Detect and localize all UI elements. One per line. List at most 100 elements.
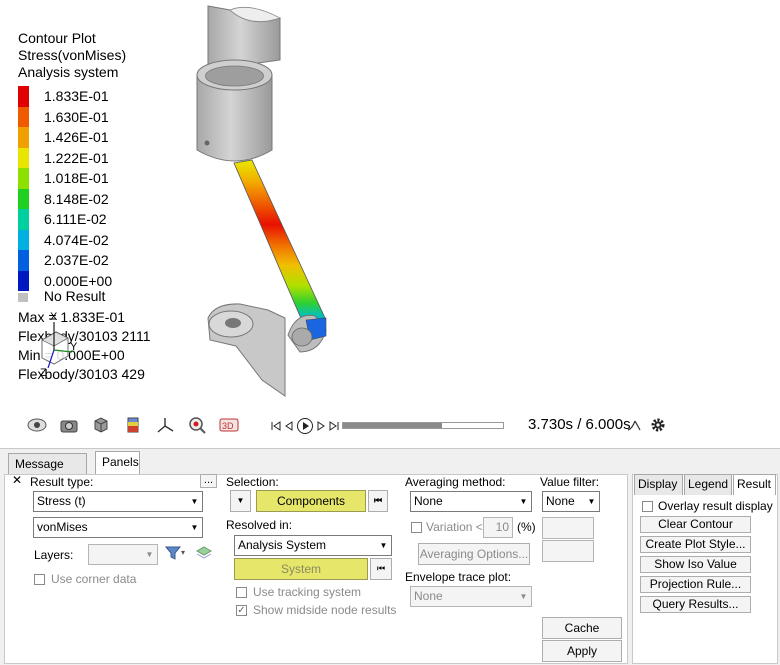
settings-gear-icon[interactable]	[650, 417, 666, 433]
filter-icon[interactable]: ▾	[165, 545, 187, 561]
legend-entry: 1.018E-01	[18, 168, 112, 189]
legend-color-swatch	[18, 106, 29, 127]
result-type-label: Result type:	[30, 475, 94, 489]
use-tracking-checkbox[interactable]: Use tracking system	[236, 585, 361, 599]
clear-contour-button[interactable]: Clear Contour	[640, 516, 751, 533]
legend-color-swatch	[18, 127, 29, 148]
show-iso-value-button[interactable]: Show Iso Value	[640, 556, 751, 573]
overlay-result-label: Overlay result display	[658, 499, 773, 513]
legend-entry: 4.074E-02	[18, 229, 112, 250]
averaging-value: None	[414, 494, 443, 508]
checkbox[interactable]	[411, 521, 422, 533]
reset-selection-icon[interactable]: ⏮	[368, 490, 388, 512]
envelope-value: None	[414, 589, 443, 603]
legend-value-label: 1.630E-01	[44, 108, 109, 125]
variation-label: Variation <	[426, 520, 483, 534]
value-filter-select[interactable]: None ▼	[542, 491, 600, 512]
variation-checkbox[interactable]: Variation <	[411, 520, 483, 534]
system-button[interactable]: System	[234, 558, 368, 580]
create-plot-style-button[interactable]: Create Plot Style...	[640, 536, 751, 553]
value-filter-min-input[interactable]	[542, 517, 594, 539]
legend-color-swatch	[18, 250, 29, 271]
result-type-browse-button[interactable]: ...	[200, 474, 217, 488]
envelope-label: Envelope trace plot:	[405, 570, 512, 584]
averaging-select[interactable]: None ▼	[410, 491, 532, 512]
step-forward-icon[interactable]	[316, 419, 326, 433]
speed-icon[interactable]	[626, 417, 642, 433]
show-midside-checkbox[interactable]: ✓ Show midside node results	[236, 603, 396, 617]
chevron-down-icon: ▼	[519, 592, 528, 601]
contour-legend[interactable]: 1.833E-01 1.630E-01 1.426E-01 1.222E-01 1.01…	[18, 86, 112, 291]
apply-button[interactable]: Apply	[542, 640, 622, 662]
show-midside-label: Show midside node results	[253, 603, 397, 617]
chevron-down-icon: ▼	[519, 497, 528, 506]
animation-progress[interactable]	[342, 422, 504, 429]
averaging-options-button[interactable]: Averaging Options...	[418, 543, 530, 565]
tab-display[interactable]: Display	[634, 474, 683, 495]
step-back-icon[interactable]	[284, 419, 294, 433]
svg-text:X: X	[50, 311, 58, 323]
variation-input[interactable]: 10	[483, 517, 513, 538]
chevron-down-icon: ▼	[379, 541, 388, 550]
use-corner-checkbox[interactable]: Use corner data	[34, 572, 136, 586]
tab-legend[interactable]: Legend	[684, 474, 732, 495]
svg-text:▾: ▾	[181, 548, 185, 557]
resolved-in-select[interactable]: Analysis System ▼	[234, 535, 392, 556]
animation-controls	[270, 417, 340, 435]
close-icon[interactable]: ✕	[12, 473, 22, 487]
axis-triad-icon[interactable]: X Y Z	[30, 310, 80, 380]
tab-message-log[interactable]: Message Log	[8, 453, 87, 491]
skip-end-icon[interactable]	[328, 419, 340, 433]
legend-color-swatch	[18, 147, 29, 168]
legend-entry: 2.037E-02	[18, 250, 112, 271]
legend-value-label: 2.037E-02	[44, 252, 109, 268]
checkbox[interactable]	[642, 500, 653, 512]
camera-icon[interactable]	[58, 414, 80, 436]
value-filter-value: None	[546, 494, 575, 508]
resolved-in-value: Analysis System	[238, 538, 327, 552]
legend-entry: 1.222E-01	[18, 147, 112, 168]
result-type-select[interactable]: Stress (t) ▼	[33, 491, 203, 512]
legend-value-label: 1.018E-01	[44, 170, 109, 186]
contour-legend-title: Contour Plot Stress(vonMises) Analysis s…	[18, 30, 126, 81]
tab-result[interactable]: Result	[733, 474, 776, 495]
value-filter-max-input[interactable]	[542, 540, 594, 562]
legend-color-swatch	[18, 168, 29, 189]
result-component-select[interactable]: vonMises ▼	[33, 517, 203, 538]
cube-view-icon[interactable]	[90, 414, 112, 436]
layers-icon[interactable]	[195, 544, 213, 562]
legend-value-label: 4.074E-02	[44, 231, 109, 248]
skip-start-icon[interactable]	[270, 419, 282, 433]
checkbox-checked[interactable]: ✓	[236, 604, 247, 616]
axes-icon[interactable]	[154, 414, 176, 436]
contour-icon[interactable]	[122, 414, 144, 436]
tab-panels[interactable]: Panels	[95, 451, 140, 475]
3d-view-icon[interactable]: 3D	[218, 414, 240, 436]
query-results-button[interactable]: Query Results...	[640, 596, 751, 613]
play-icon[interactable]	[296, 417, 314, 435]
envelope-select[interactable]: None ▼	[410, 586, 532, 607]
overlay-result-checkbox[interactable]: Overlay result display	[642, 499, 773, 513]
eye-icon[interactable]	[26, 414, 48, 436]
legend-title-line: Analysis system	[18, 64, 119, 80]
components-button[interactable]: Components	[256, 490, 366, 512]
result-component-value: vonMises	[37, 520, 88, 534]
reset-system-icon[interactable]: ⏮	[370, 558, 392, 580]
resolved-in-label: Resolved in:	[226, 518, 293, 532]
no-result-swatch	[18, 292, 28, 302]
legend-entry: 8.148E-02	[18, 188, 112, 209]
checkbox[interactable]	[34, 573, 45, 585]
checkbox[interactable]	[236, 586, 247, 598]
selection-label: Selection:	[226, 475, 279, 489]
layers-select[interactable]: ▼	[88, 544, 158, 565]
viewport-toolbar: 3D	[26, 414, 240, 436]
cache-button[interactable]: Cache	[542, 617, 622, 639]
legend-color-swatch	[18, 86, 29, 107]
value-filter-label: Value filter:	[540, 475, 600, 489]
use-corner-label: Use corner data	[51, 572, 137, 586]
graphics-viewport[interactable]: Contour Plot Stress(vonMises) Analysis s…	[0, 0, 780, 448]
projection-rule-button[interactable]: Projection Rule...	[640, 576, 751, 593]
selection-dropdown-button[interactable]: ▼	[230, 490, 251, 512]
legend-color-swatch	[18, 209, 29, 230]
zoom-icon[interactable]	[186, 414, 208, 436]
